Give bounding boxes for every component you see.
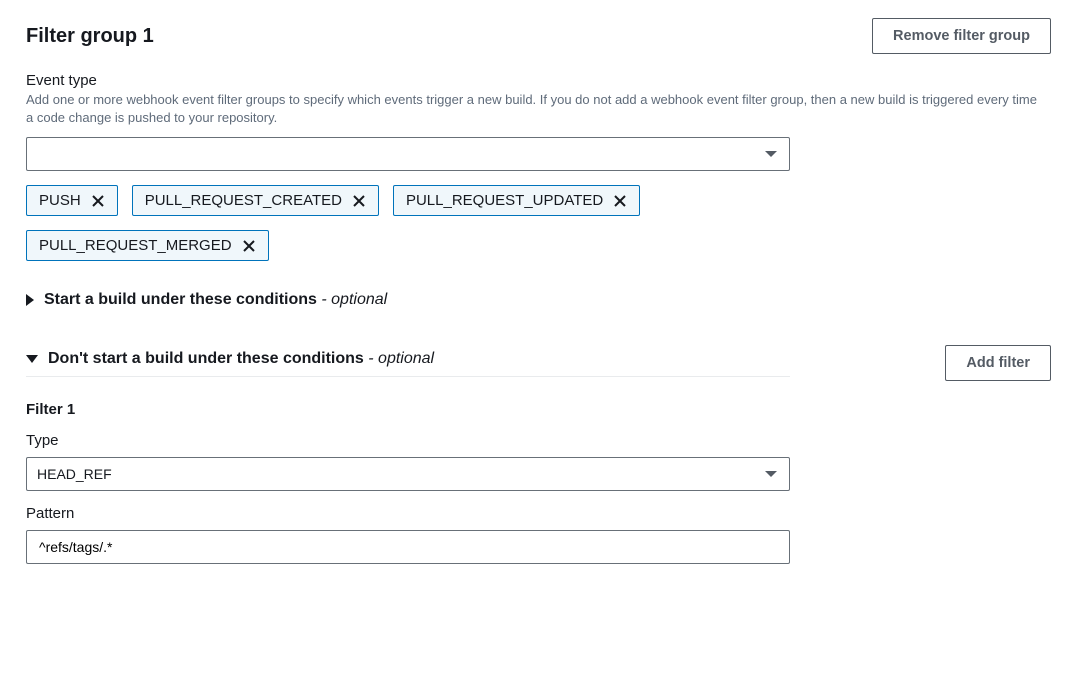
filter-type-value: HEAD_REF	[37, 466, 112, 482]
event-type-description: Add one or more webhook event filter gro…	[26, 91, 1046, 127]
filter-1-heading: Filter 1	[26, 401, 1051, 418]
event-tag: PUSH	[26, 185, 118, 216]
event-tag-label: PULL_REQUEST_CREATED	[145, 192, 342, 209]
filter-pattern-input[interactable]	[37, 535, 779, 559]
start-conditions-title: Start a build under these conditions	[44, 291, 317, 308]
filter-pattern-input-wrapper	[26, 530, 790, 564]
event-tag-label: PULL_REQUEST_UPDATED	[406, 192, 603, 209]
close-icon[interactable]	[352, 194, 366, 208]
close-icon[interactable]	[242, 239, 256, 253]
dont-start-conditions-title: Don't start a build under these conditio…	[48, 350, 364, 367]
event-type-label: Event type	[26, 72, 1051, 89]
filter-type-select[interactable]: HEAD_REF	[26, 457, 790, 491]
event-tag-label: PUSH	[39, 192, 81, 209]
chevron-down-icon	[765, 151, 777, 157]
optional-label: - optional	[368, 350, 434, 367]
event-tag: PULL_REQUEST_MERGED	[26, 230, 269, 261]
event-type-tags: PUSH PULL_REQUEST_CREATED PULL_REQUEST_U…	[26, 185, 816, 261]
start-conditions-expander[interactable]: Start a build under these conditions - o…	[26, 291, 790, 315]
chevron-down-icon	[765, 471, 777, 477]
filter-type-label: Type	[26, 432, 1051, 449]
dont-start-conditions-expander[interactable]: Don't start a build under these conditio…	[26, 350, 790, 368]
remove-filter-group-button[interactable]: Remove filter group	[872, 18, 1051, 54]
event-tag-label: PULL_REQUEST_MERGED	[39, 237, 232, 254]
event-type-select[interactable]	[26, 137, 790, 171]
caret-right-icon	[26, 294, 34, 306]
close-icon[interactable]	[613, 194, 627, 208]
close-icon[interactable]	[91, 194, 105, 208]
caret-down-icon	[26, 355, 38, 363]
filter-group-title: Filter group 1	[26, 25, 154, 48]
filter-pattern-label: Pattern	[26, 505, 1051, 522]
add-filter-button[interactable]: Add filter	[945, 345, 1051, 381]
event-tag: PULL_REQUEST_CREATED	[132, 185, 379, 216]
optional-label: - optional	[321, 291, 387, 308]
event-tag: PULL_REQUEST_UPDATED	[393, 185, 640, 216]
